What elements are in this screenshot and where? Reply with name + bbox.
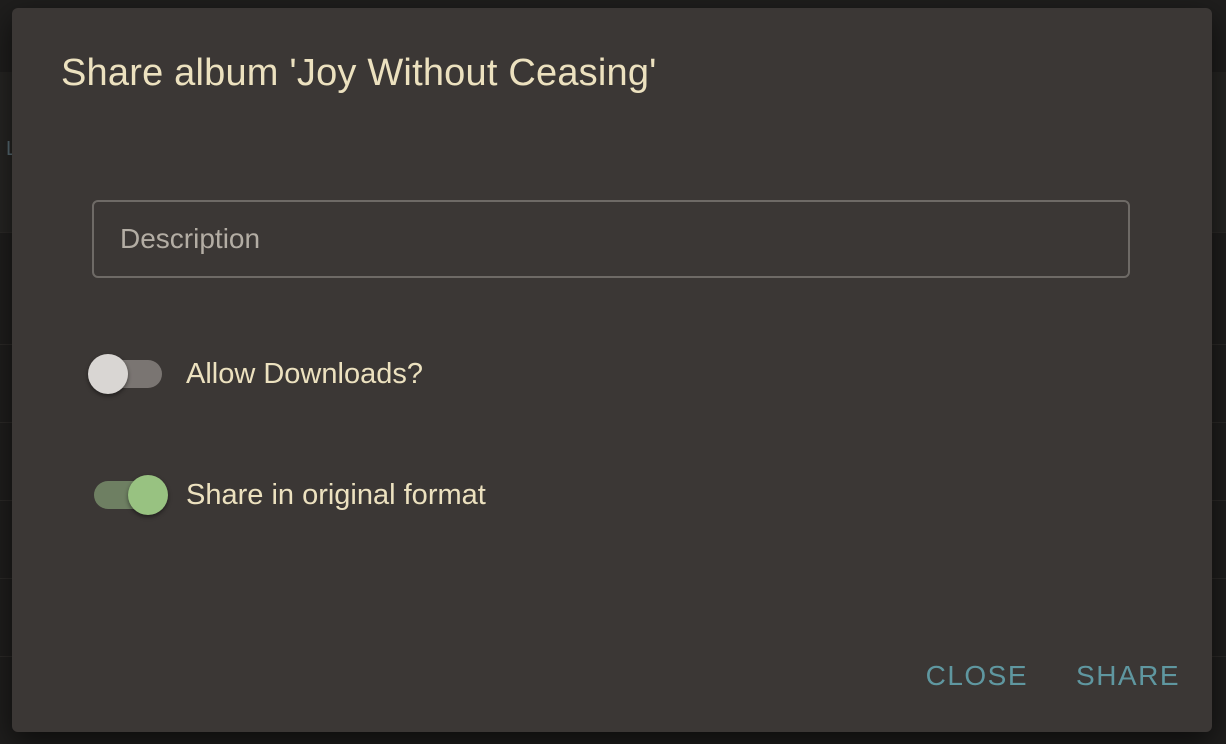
- dialog-title: Share album 'Joy Without Ceasing': [61, 52, 657, 94]
- allow-downloads-label: Allow Downloads?: [186, 357, 423, 390]
- close-button[interactable]: CLOSE: [926, 660, 1028, 692]
- description-input[interactable]: [94, 202, 1128, 276]
- toggle-thumb: [88, 354, 128, 394]
- toggle-thumb: [128, 475, 168, 515]
- share-original-format-label: Share in original format: [186, 478, 486, 511]
- description-field[interactable]: [92, 200, 1130, 278]
- allow-downloads-toggle[interactable]: [88, 351, 168, 397]
- share-original-format-toggle[interactable]: [88, 472, 168, 518]
- allow-downloads-row: Allow Downloads?: [88, 351, 423, 397]
- share-album-dialog: Share album 'Joy Without Ceasing' Allow …: [12, 8, 1212, 732]
- share-original-format-row: Share in original format: [88, 472, 486, 518]
- share-button[interactable]: SHARE: [1076, 660, 1180, 692]
- dialog-actions: CLOSE SHARE: [926, 660, 1180, 692]
